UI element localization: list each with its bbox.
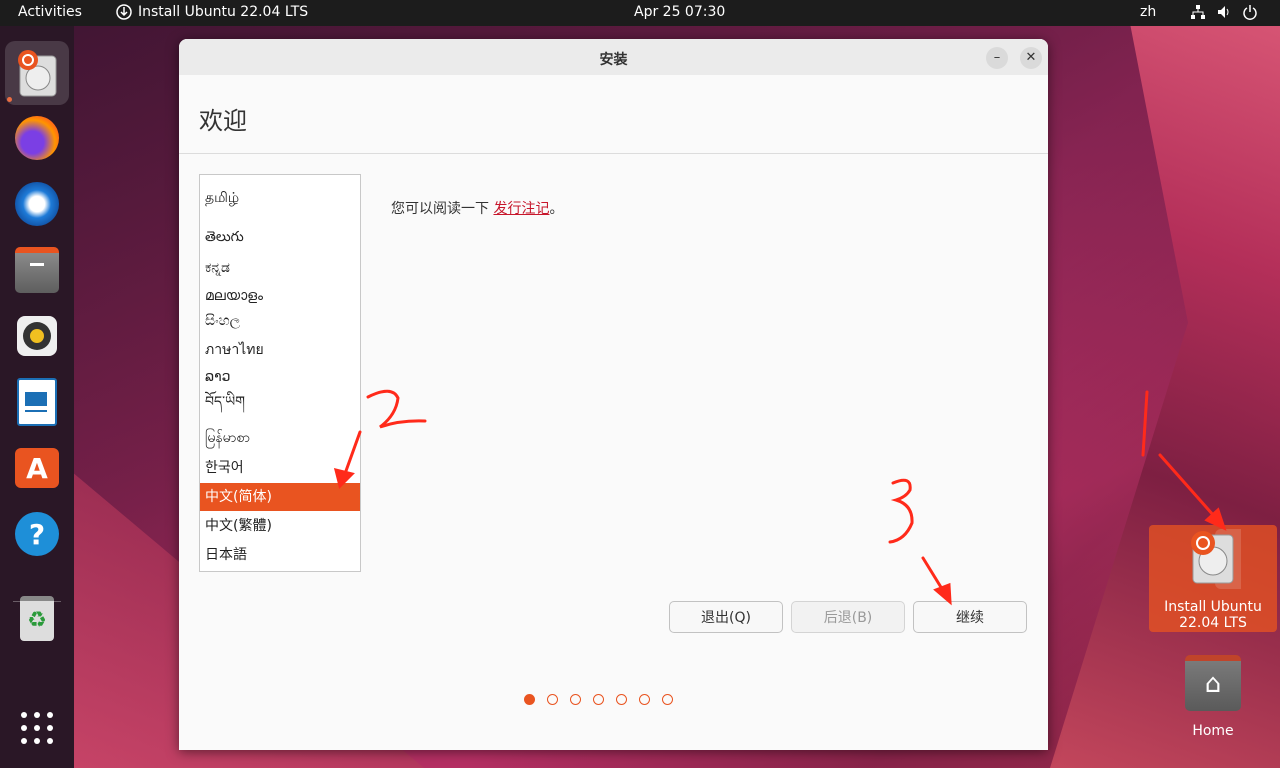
desktop-icon-label-line1: Install Ubuntu — [1164, 599, 1262, 615]
language-item[interactable]: မြန်မာစာ — [200, 424, 360, 452]
app-menu-label: Install Ubuntu 22.04 LTS — [138, 4, 309, 20]
input-language-indicator[interactable]: zh — [1140, 4, 1156, 20]
dock: A ? ♻ — [0, 26, 74, 768]
system-tray[interactable] — [1190, 4, 1258, 20]
window-title: 安装 — [599, 52, 628, 68]
dock-trash[interactable]: ♻ — [5, 586, 69, 650]
clock[interactable]: Apr 25 07:30 — [634, 4, 725, 20]
dock-help[interactable]: ? — [5, 502, 69, 566]
desktop-icon-label: Home — [1192, 723, 1234, 739]
progress-dot-active — [524, 694, 535, 705]
app-grid-icon — [21, 712, 53, 744]
close-button[interactable]: ✕ — [1020, 47, 1042, 69]
release-notes-suffix: 。 — [549, 201, 564, 217]
app-center-icon: A — [15, 448, 59, 488]
volume-icon — [1216, 4, 1232, 20]
language-item-selected[interactable]: 中文(简体) — [200, 483, 360, 511]
release-notes-text: 您可以阅读一下 发行注记。 — [391, 198, 563, 218]
language-item[interactable]: தமிழ் — [200, 184, 360, 212]
installer-window: 安装 – ✕ 欢迎 தமிழ் తెలుగు ಕನ್ನಡ മലയാളം සිංහ… — [179, 39, 1048, 750]
dock-app-center[interactable]: A — [5, 436, 69, 500]
trash-icon: ♻ — [20, 595, 54, 641]
progress-dot — [593, 694, 604, 705]
language-item[interactable]: 日本語 — [200, 541, 360, 569]
release-notes-prefix: 您可以阅读一下 — [391, 201, 494, 217]
desktop-icon-install-ubuntu[interactable]: Install Ubuntu 22.04 LTS — [1149, 525, 1277, 632]
writer-icon — [17, 378, 57, 426]
minimize-icon: – — [993, 50, 1001, 65]
files-icon — [15, 247, 59, 293]
minimize-button[interactable]: – — [986, 47, 1008, 69]
show-apps-button[interactable] — [5, 696, 69, 760]
home-folder-icon: ⌂ — [1185, 655, 1241, 711]
language-item[interactable]: 한국어 — [200, 454, 360, 482]
desktop-icon-label-line2: 22.04 LTS — [1179, 615, 1247, 631]
close-icon: ✕ — [1025, 50, 1037, 65]
dock-files[interactable] — [5, 238, 69, 302]
app-menu[interactable]: Install Ubuntu 22.04 LTS — [116, 4, 308, 20]
installer-app-icon — [116, 4, 132, 20]
quit-button[interactable]: 退出(Q) — [669, 601, 783, 633]
language-item[interactable]: ಕನ್ನಡ — [200, 254, 360, 282]
progress-dot — [570, 694, 581, 705]
progress-dot — [662, 694, 673, 705]
language-item[interactable]: 中文(繁體) — [200, 512, 360, 540]
thunderbird-icon — [15, 182, 59, 226]
continue-button[interactable]: 继续 — [913, 601, 1027, 633]
progress-dot — [547, 694, 558, 705]
back-button[interactable]: 后退(B) — [791, 601, 905, 633]
dock-thunderbird[interactable] — [5, 172, 69, 236]
progress-dot — [639, 694, 650, 705]
dock-libreoffice-writer[interactable] — [5, 370, 69, 434]
help-icon: ? — [15, 512, 59, 556]
installer-icon — [18, 50, 57, 97]
top-bar: Activities Install Ubuntu 22.04 LTS Apr … — [0, 0, 1280, 26]
progress-dot — [616, 694, 627, 705]
release-notes-link[interactable]: 发行注记 — [493, 201, 549, 217]
activities-button[interactable]: Activities — [18, 4, 82, 20]
power-icon — [1242, 4, 1258, 20]
dock-firefox[interactable] — [5, 106, 69, 170]
desktop-icon-home[interactable]: ⌂ Home — [1149, 655, 1277, 739]
firefox-icon — [15, 116, 59, 160]
language-item[interactable]: සිංහල — [200, 307, 360, 335]
progress-indicator — [524, 694, 673, 705]
dock-rhythmbox[interactable] — [5, 304, 69, 368]
language-item[interactable]: ລາວ — [200, 363, 360, 391]
network-icon — [1190, 4, 1206, 20]
dock-ubuntu-installer[interactable] — [5, 41, 69, 105]
installer-icon — [1191, 529, 1275, 589]
page-title: 欢迎 — [199, 107, 247, 135]
rhythmbox-icon — [17, 316, 57, 356]
language-item[interactable]: ภาษาไทย — [200, 336, 360, 364]
language-item[interactable]: മലയാളം — [200, 282, 360, 310]
language-list[interactable]: தமிழ் తెలుగు ಕನ್ನಡ മലയാളം සිංහල ภาษาไทย … — [199, 174, 361, 572]
language-item[interactable]: తెలుగు — [200, 223, 360, 251]
language-item[interactable]: བོད་ཡིག — [200, 388, 360, 416]
window-titlebar[interactable]: 安装 – ✕ — [179, 39, 1048, 76]
header-area: 欢迎 — [179, 75, 1048, 154]
